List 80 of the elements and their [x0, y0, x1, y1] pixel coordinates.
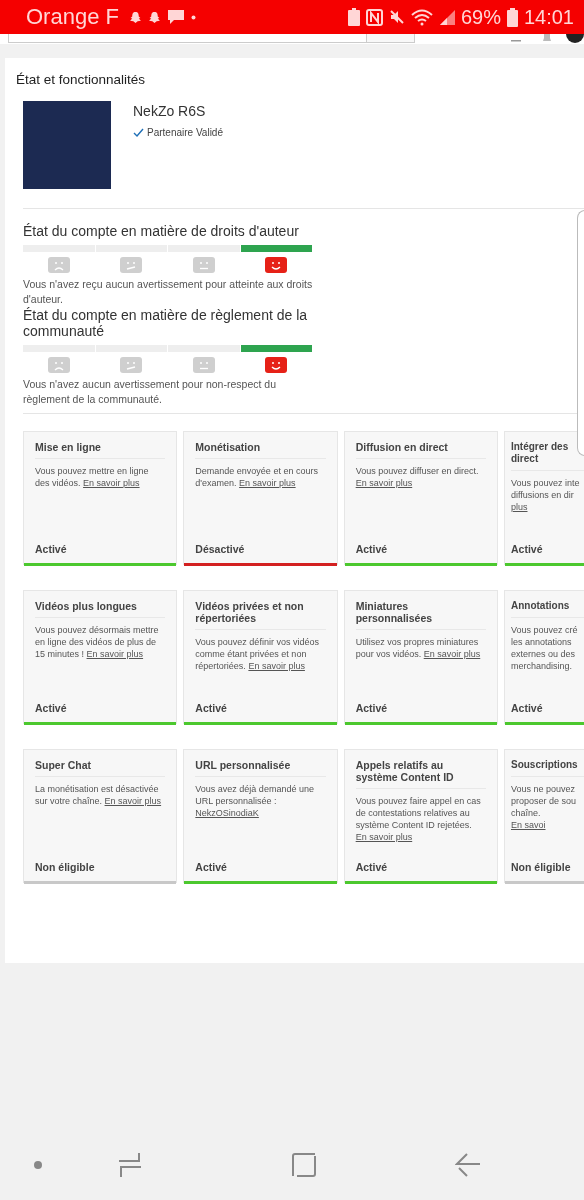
feature-title: Mise en ligne — [35, 441, 101, 453]
strike-message: Vous n'avez aucun avertissement pour non-respect du règlement de la communauté. — [23, 377, 277, 407]
feature-title: Super Chat — [35, 759, 91, 771]
learn-more-link[interactable]: NekzOSinodiaK — [195, 808, 259, 818]
partner-badge-text: Partenaire Validé — [147, 127, 223, 138]
feature-status: Activé — [35, 702, 68, 714]
feature-description: externes ou des — [511, 648, 577, 660]
mute-icon — [388, 9, 405, 25]
dot-icon — [190, 14, 196, 20]
learn-more-link[interactable]: En savoir plus — [248, 661, 305, 671]
strike-message: Vous n'avez reçu aucun avertissement pour atteinte aux droits d'auteur. — [23, 277, 313, 307]
feature-description: proposer de sou — [511, 795, 578, 807]
feature-title: Vidéos plus longues — [35, 600, 137, 612]
learn-more-link[interactable]: En savoir plus — [355, 832, 413, 842]
battery-saver-icon — [347, 8, 360, 26]
feature-title: Diffusion en direct — [355, 441, 448, 453]
ghost-icon — [128, 10, 142, 24]
section-title: État du compte en matière de droits d'auteur — [23, 223, 300, 239]
feature-description: Demande envoyée et en cours d'examen. En savoir plus — [195, 465, 319, 489]
feature-description: chaîne. — [511, 807, 542, 819]
section-title: État du compte en matière de règlement de la communauté — [23, 307, 309, 339]
learn-more-link[interactable]: En savoi — [511, 820, 546, 830]
feature-title: Appels relatifs au système Content ID — [355, 759, 454, 783]
page-title: État et fonctionnalités — [16, 72, 147, 87]
learn-more-link[interactable]: En savoir plus — [423, 649, 481, 659]
learn-more-link[interactable]: En savoir plus — [104, 796, 162, 806]
wifi-icon — [410, 8, 433, 26]
ghost-icon — [147, 10, 161, 24]
dot-icon[interactable] — [33, 1160, 43, 1170]
feature-description: Vous pouvez définir vos vidéos comme étant privées et non répertoriées. En savoir plus — [195, 636, 320, 672]
feature-description: Vous pouvez désormais mettre en ligne des vidéos de plus de 15 minutes ! En savoir plus — [35, 624, 160, 660]
feature-status: Désactivé — [195, 543, 246, 555]
learn-more-link[interactable]: plus — [511, 502, 528, 512]
feature-description: Vous ne pouvez — [511, 783, 577, 795]
search-field[interactable] — [8, 34, 368, 43]
feature-description: merchandising. — [511, 660, 573, 672]
battery-percent: 69% — [460, 5, 501, 29]
feature-description: Vous pouvez faire appel en cas de contestations relatives au système Content ID rejetées. En savoir plus — [355, 795, 482, 843]
feature-status: Activé — [195, 861, 228, 873]
feature-status: Activé — [355, 702, 389, 714]
learn-more-link[interactable]: En savoir plus — [355, 478, 413, 488]
feature-title: Vidéos privées et non répertoriées — [195, 600, 304, 624]
feature-status: Non éligible — [511, 861, 572, 873]
feature-description: La monétisation est désactivée sur votre chaîne. En savoir plus — [35, 783, 163, 807]
feature-title: Intégrer des — [511, 441, 570, 453]
nfc-icon — [365, 8, 383, 26]
feature-status: Activé — [355, 543, 389, 555]
feature-status: Activé — [511, 543, 544, 555]
feature-description: Utilisez vos propres miniatures pour vos vidéos. En savoir plus — [355, 636, 482, 660]
feature-status: Activé — [511, 702, 544, 714]
message-icon — [166, 9, 185, 25]
check-icon — [133, 128, 144, 137]
battery-icon — [506, 7, 518, 27]
learn-more-link[interactable]: En savoir plus — [86, 649, 144, 659]
feature-title: Monétisation — [195, 441, 261, 453]
feature-status: Activé — [35, 543, 68, 555]
carrier-name: Orange F — [26, 4, 119, 30]
feature-title: Miniatures personnalisées — [355, 600, 433, 624]
feature-title: direct — [511, 453, 540, 465]
channel-name: NekZo R6S — [133, 103, 207, 119]
feature-description: les annotations — [511, 636, 573, 648]
feature-description: Vous pouvez diffuser en direct. En savoir plus — [355, 465, 480, 489]
feature-description: Vous pouvez cré — [511, 624, 579, 636]
feature-title: URL personnalisée — [195, 759, 291, 771]
feature-title: Annotations — [511, 600, 571, 612]
signal-icon — [438, 9, 455, 25]
recent-apps-icon[interactable] — [118, 1152, 142, 1178]
feature-description: Vous pouvez inte — [511, 477, 581, 489]
feature-description: Vous avez déjà demandé une URL personnalisée : NekzOSinodiaK — [195, 783, 315, 819]
feature-description: Vous pouvez mettre en ligne des vidéos. En savoir plus — [35, 465, 150, 489]
feature-status: Activé — [355, 861, 389, 873]
feature-title: Souscriptions — [511, 759, 579, 771]
back-icon[interactable] — [455, 1153, 481, 1177]
feature-status: Activé — [195, 702, 228, 714]
feature-status: Non éligible — [35, 861, 96, 873]
learn-more-link[interactable]: En savoir plus — [239, 478, 296, 488]
feature-description: diffusions en dir — [511, 489, 575, 501]
learn-more-link[interactable]: En savoir plus — [83, 478, 140, 488]
clock-time: 14:01 — [523, 5, 574, 29]
home-icon[interactable] — [292, 1153, 316, 1177]
